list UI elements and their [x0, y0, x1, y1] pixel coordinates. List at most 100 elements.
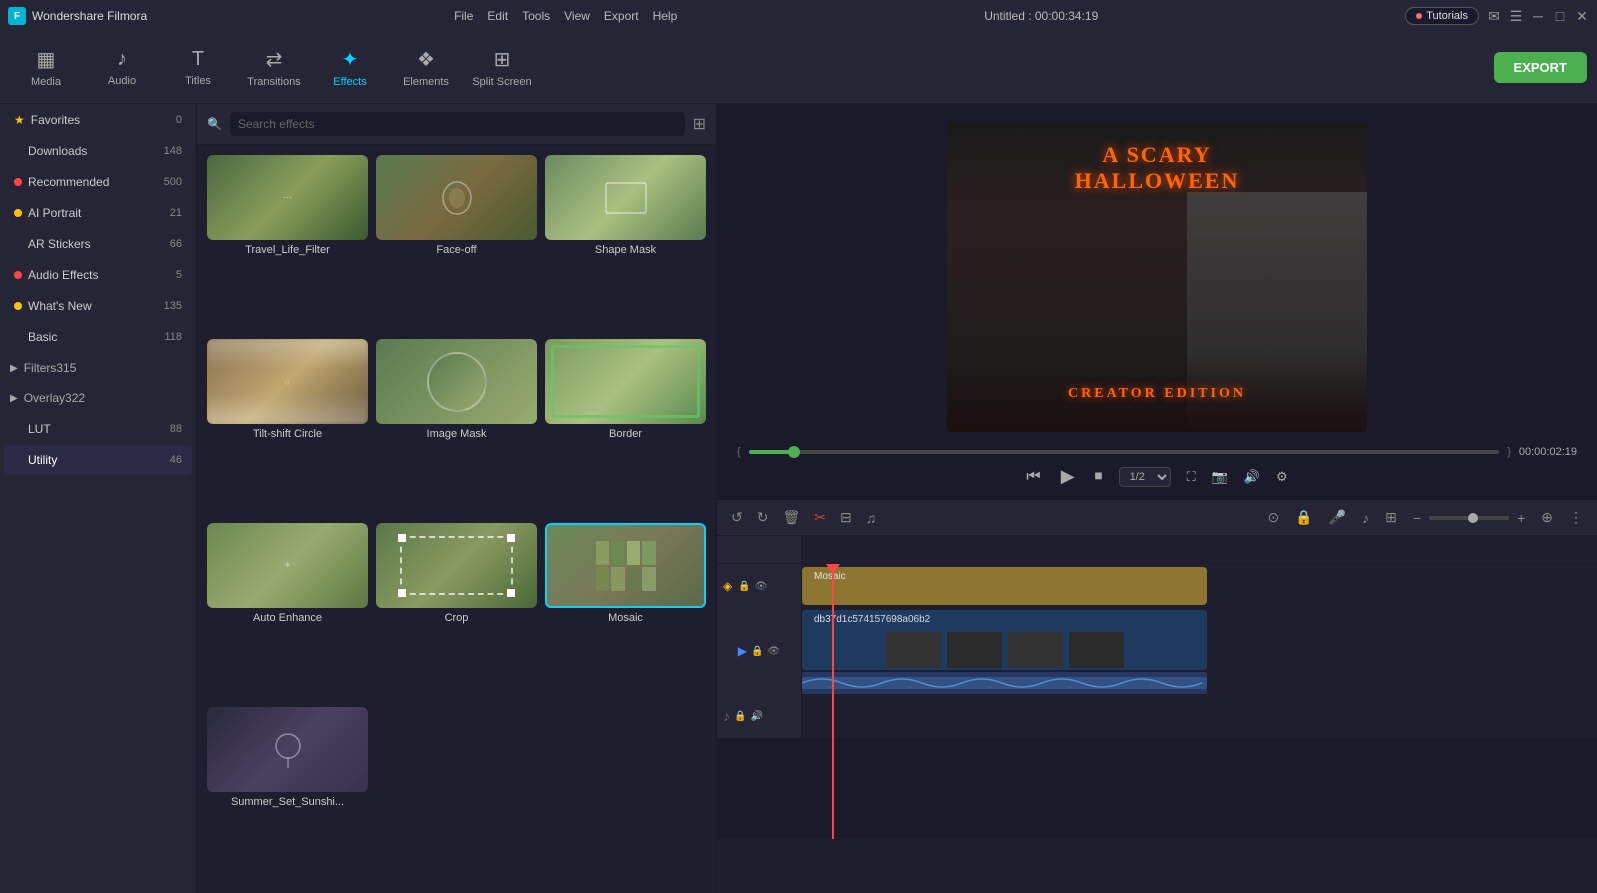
effect-thumb-mosaic [545, 523, 706, 608]
menu-view[interactable]: View [564, 9, 590, 23]
sidebar-whats-new-label: What's New [28, 299, 154, 313]
sidebar-filters-count: 315 [56, 361, 76, 375]
sidebar-item-ai-portrait[interactable]: AI Portrait 21 [4, 198, 192, 228]
split-button[interactable]: ⊞ [1381, 505, 1401, 530]
zoom-slider[interactable] [1429, 516, 1509, 520]
track-mosaic-lock-icon[interactable]: 🔒 [738, 581, 750, 592]
video-clip[interactable]: db37d1c574157698a06b2 [802, 610, 1207, 670]
delete-button[interactable]: 🗑 [778, 505, 804, 530]
sidebar-item-utility[interactable]: Utility 46 [4, 445, 192, 475]
minimize-button[interactable]: ─ [1531, 9, 1545, 23]
left-panel: ★ Favorites 0 Downloads 148 Recommended … [0, 104, 197, 893]
snap-button[interactable]: ⊙ [1264, 505, 1284, 530]
track-empty-volume-icon[interactable]: 🔊 [750, 711, 762, 722]
skip-back-button[interactable]: ⏮ [1022, 464, 1044, 490]
sidebar-item-recommended[interactable]: Recommended 500 [4, 167, 192, 197]
fullscreen-button[interactable]: ⛶ [1183, 465, 1200, 489]
progress-bar-container: { } 00:00:02:19 [737, 446, 1577, 458]
effects-label: Effects [333, 76, 366, 88]
mosaic-clip[interactable]: Mosaic [802, 567, 1207, 605]
effect-label-shape: Shape Mask [545, 244, 706, 262]
tool-media[interactable]: ▦ Media [10, 36, 82, 100]
settings-button[interactable]: ⚙ [1272, 465, 1292, 489]
effect-label-travel: Travel_Life_Filter [207, 244, 368, 262]
tool-split-screen[interactable]: ⊞ Split Screen [466, 36, 538, 100]
progress-bar[interactable] [749, 450, 1500, 454]
track-mosaic-icon: ◈ [723, 579, 732, 593]
redo-button[interactable]: ↻ [753, 505, 773, 530]
menu-export[interactable]: Export [604, 9, 639, 23]
sidebar-item-ar-stickers[interactable]: AR Stickers 66 [4, 229, 192, 259]
volume-button[interactable]: 🔊 [1240, 465, 1264, 489]
split-screen-label: Split Screen [472, 76, 531, 88]
effect-border[interactable]: Border [545, 339, 706, 515]
sidebar-ai-portrait-count: 21 [154, 207, 182, 219]
toolbar: ▦ Media ♪ Audio T Titles ⇄ Transitions ✦… [0, 32, 1597, 104]
tool-titles[interactable]: T Titles [162, 36, 234, 100]
messages-button[interactable]: ✉ [1487, 9, 1501, 23]
zoom-out-button[interactable]: − [1409, 506, 1425, 530]
export-button[interactable]: EXPORT [1494, 52, 1587, 83]
effect-label-crop: Crop [376, 612, 537, 630]
sidebar-recommended-label: Recommended [28, 175, 154, 189]
ratio-selector[interactable]: 1/2 Full [1119, 467, 1171, 487]
sidebar-item-filters[interactable]: ▶ Filters 315 [0, 353, 196, 383]
undo-button[interactable]: ↺ [727, 505, 747, 530]
track-video-eye-icon[interactable]: 👁 [767, 646, 780, 657]
track-mosaic-eye-icon[interactable]: 👁 [755, 581, 768, 592]
search-input[interactable] [230, 112, 685, 136]
sidebar-item-overlay[interactable]: ▶ Overlay 322 [0, 383, 196, 413]
play-pause-button[interactable]: ▶ [1057, 462, 1079, 491]
track-video-lock-icon[interactable]: 🔒 [751, 646, 763, 657]
audio-button[interactable]: ♫ [862, 506, 881, 530]
menu-tools[interactable]: Tools [522, 9, 550, 23]
preview-video: A SCARYHALLOWEEN CREATOR EDITION [947, 122, 1367, 432]
zoom-in-button[interactable]: + [1513, 506, 1529, 530]
close-button[interactable]: ✕ [1575, 9, 1589, 23]
track-empty-lock-icon[interactable]: 🔒 [734, 711, 746, 722]
effect-tilt-shift[interactable]: ○ Tilt-shift Circle [207, 339, 368, 515]
tool-transitions[interactable]: ⇄ Transitions [238, 36, 310, 100]
tool-elements[interactable]: ❖ Elements [390, 36, 462, 100]
snapshot-button[interactable]: 📷 [1208, 465, 1232, 489]
effect-image-mask[interactable]: Image Mask [376, 339, 537, 515]
tool-audio[interactable]: ♪ Audio [86, 36, 158, 100]
effect-crop[interactable]: Crop [376, 523, 537, 699]
adjust-button[interactable]: ⊟ [836, 505, 856, 530]
music-button[interactable]: ♪ [1358, 506, 1373, 530]
app-name: Wondershare Filmora [32, 9, 147, 23]
sidebar-item-basic[interactable]: Basic 118 [4, 322, 192, 352]
tool-effects[interactable]: ✦ Effects [314, 36, 386, 100]
effect-travel-filter[interactable]: ⋯ Travel_Life_Filter [207, 155, 368, 331]
effect-shape-mask[interactable]: Shape Mask [545, 155, 706, 331]
sidebar-item-downloads[interactable]: Downloads 148 [4, 136, 192, 166]
menu-help[interactable]: Help [653, 9, 678, 23]
sidebar-item-audio-effects[interactable]: Audio Effects 5 [4, 260, 192, 290]
sidebar-item-whats-new[interactable]: What's New 135 [4, 291, 192, 321]
add-track-button[interactable]: ⊕ [1537, 505, 1557, 530]
effect-mosaic[interactable]: Mosaic [545, 523, 706, 699]
lock-button[interactable]: 🔒 [1291, 505, 1316, 530]
titles-icon: T [192, 48, 204, 71]
grid-view-icon[interactable]: ⊞ [693, 114, 706, 134]
maximize-button[interactable]: □ [1553, 9, 1567, 23]
menu-file[interactable]: File [454, 9, 473, 23]
sidebar-item-lut[interactable]: LUT 88 [4, 414, 192, 444]
effect-face-off[interactable]: Face-off [376, 155, 537, 331]
timeline-ruler: 00:00:00:00 00:00:10:00 00:00:20:00 00:0… [717, 536, 1597, 564]
more-options-button[interactable]: ⋮ [1565, 505, 1587, 530]
sidebar-recommended-count: 500 [154, 176, 182, 188]
mosaic-clip-label: Mosaic [808, 569, 852, 584]
sidebar-overlay-count: 322 [65, 391, 85, 405]
stop-button[interactable]: ⏹ [1091, 464, 1107, 490]
effect-summer[interactable]: Summer_Set_Sunshi... [207, 707, 368, 883]
effect-auto-enhance[interactable]: ✦ Auto Enhance [207, 523, 368, 699]
mic-button[interactable]: 🎤 [1325, 505, 1350, 530]
menu-edit[interactable]: Edit [487, 9, 508, 23]
halloween-title-top: A SCARYHALLOWEEN [1075, 142, 1240, 195]
progress-thumb[interactable] [788, 446, 800, 458]
tutorials-button[interactable]: Tutorials [1405, 7, 1479, 25]
menu-button[interactable]: ☰ [1509, 9, 1523, 23]
sidebar-item-favorites[interactable]: ★ Favorites 0 [4, 105, 192, 135]
cut-button[interactable]: ✂ [810, 505, 830, 530]
